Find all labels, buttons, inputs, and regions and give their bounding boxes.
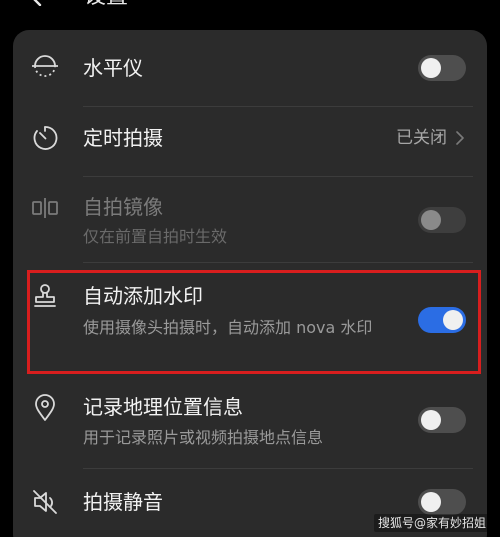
- back-arrow-icon[interactable]: [28, 0, 46, 6]
- setting-label: 记录地理位置信息: [83, 395, 243, 419]
- divider: [83, 106, 473, 107]
- setting-label: 定时拍摄: [83, 126, 163, 150]
- setting-row-location[interactable]: 记录地理位置信息 用于记录照片或视频拍摄地点信息: [13, 392, 487, 452]
- setting-subtitle: 仅在前置自拍时生效: [83, 227, 228, 246]
- timer-value: 已关闭: [396, 128, 447, 148]
- divider: [83, 176, 473, 177]
- toggle-knob: [421, 210, 441, 230]
- chevron-right-icon: [455, 131, 465, 145]
- setting-subtitle: 用于记录照片或视频拍摄地点信息: [83, 428, 324, 447]
- setting-label: 拍摄静音: [83, 490, 163, 514]
- location-toggle[interactable]: [418, 407, 466, 433]
- mirror-icon: [31, 194, 59, 222]
- page-title: 设置: [84, 0, 128, 8]
- setting-row-timer[interactable]: 定时拍摄 已关闭: [13, 118, 487, 158]
- setting-label: 水平仪: [83, 56, 143, 80]
- image-watermark: 搜狐号@家有妙招姐: [373, 514, 490, 532]
- toggle-knob: [421, 492, 441, 512]
- level-toggle[interactable]: [418, 55, 466, 81]
- setting-label: 自拍镜像: [83, 195, 163, 219]
- mirror-toggle[interactable]: [418, 207, 466, 233]
- toggle-knob: [421, 410, 441, 430]
- highlight-frame: [27, 270, 481, 374]
- setting-row-mirror[interactable]: 自拍镜像 仅在前置自拍时生效: [13, 190, 487, 252]
- speaker-mute-icon: [31, 488, 59, 516]
- timer-icon: [31, 124, 59, 152]
- camera-settings-screen: 设置 水平仪 定时拍摄 已关闭: [0, 0, 500, 537]
- setting-row-level[interactable]: 水平仪: [13, 48, 487, 88]
- location-pin-icon: [31, 394, 59, 422]
- mute-toggle[interactable]: [418, 489, 466, 515]
- top-bar: 设置: [0, 0, 500, 30]
- divider: [83, 262, 473, 263]
- level-icon: [31, 52, 59, 80]
- divider: [83, 468, 473, 469]
- toggle-knob: [421, 58, 441, 78]
